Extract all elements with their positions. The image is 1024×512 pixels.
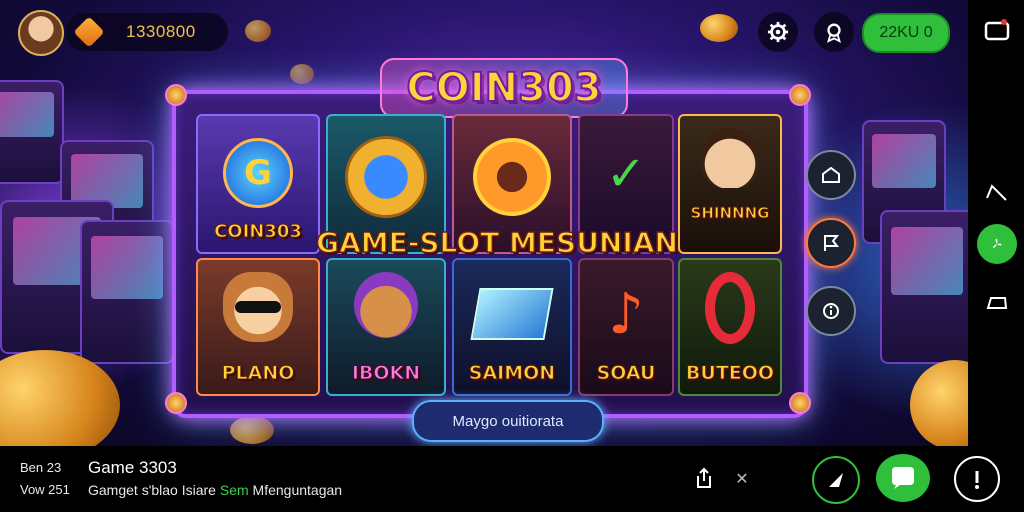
flag-icon bbox=[824, 235, 840, 251]
slot-tile[interactable]: SHINNNG bbox=[678, 114, 782, 254]
fox-symbol-icon bbox=[223, 272, 293, 342]
side-home-button[interactable] bbox=[806, 150, 856, 200]
bottom-bar: Ben 23 Vow 251 Game 3303 Gamget s'blao I… bbox=[0, 446, 1024, 512]
dog-symbol-icon bbox=[354, 272, 418, 338]
settings-button[interactable] bbox=[758, 12, 798, 52]
rail-chart-button[interactable] bbox=[977, 172, 1017, 212]
tile-label: COIN303 bbox=[214, 221, 303, 243]
swirl-symbol-icon: G bbox=[223, 138, 293, 208]
spin-button[interactable]: Maygo ouitiorata bbox=[412, 400, 604, 442]
footer-sub-green: Sem bbox=[219, 482, 249, 498]
character-symbol-icon bbox=[702, 128, 758, 188]
ring-symbol-icon bbox=[473, 138, 551, 216]
fan-icon bbox=[992, 238, 1002, 248]
badge-icon bbox=[827, 23, 841, 43]
card-icon bbox=[986, 297, 1008, 309]
footer-title: Game 3303 bbox=[88, 458, 177, 477]
screen-icon bbox=[984, 19, 1010, 41]
arcade-cabinet-decoration bbox=[0, 80, 64, 184]
frame-ornament bbox=[789, 84, 811, 106]
coin-decoration bbox=[230, 416, 274, 444]
screen-button[interactable] bbox=[977, 10, 1017, 50]
rewards-button[interactable] bbox=[814, 12, 854, 52]
share-button[interactable] bbox=[690, 464, 718, 492]
credit-button[interactable]: 22KU 0 bbox=[862, 13, 950, 53]
trend-icon bbox=[986, 184, 1007, 201]
slot-tile[interactable]: ♪ SOAU bbox=[578, 258, 674, 396]
balance-display: 1330800 bbox=[66, 13, 228, 51]
arcade-cabinet-decoration bbox=[80, 220, 174, 364]
coin-decoration bbox=[290, 64, 314, 84]
tile-label: SAIMON bbox=[468, 362, 556, 385]
close-button[interactable]: ✕ bbox=[730, 466, 754, 490]
tile-label: PLANO bbox=[221, 362, 295, 385]
side-info-button[interactable] bbox=[806, 286, 856, 336]
tile-label: BUTEOO bbox=[685, 362, 775, 385]
coin-symbol-icon bbox=[345, 136, 427, 218]
rail-card-button[interactable] bbox=[977, 282, 1017, 322]
slot-tile[interactable]: IBOKN bbox=[326, 258, 446, 396]
help-icon bbox=[975, 471, 979, 489]
footer-subtitle: Gamget s'blao Isiare Sem Mfenguntagan bbox=[88, 482, 342, 498]
side-flag-button[interactable] bbox=[806, 218, 856, 268]
home-icon bbox=[822, 166, 840, 183]
share-icon bbox=[697, 467, 711, 488]
frame-ornament bbox=[789, 392, 811, 414]
balance-value: 1330800 bbox=[126, 22, 196, 41]
close-icon: ✕ bbox=[735, 468, 749, 488]
game-logo: COIN303 bbox=[380, 58, 628, 118]
footer-line-2: Vow 251 bbox=[20, 482, 70, 497]
fan-button[interactable] bbox=[977, 224, 1017, 264]
footer-sub-prefix: Gamget s'blao Isiare bbox=[88, 482, 216, 498]
gem-icon bbox=[73, 16, 105, 48]
check-symbol-icon: ✓ bbox=[605, 146, 647, 202]
slot-tile[interactable]: BUTEOO bbox=[678, 258, 782, 396]
navigate-button[interactable] bbox=[812, 456, 860, 504]
frame-ornament bbox=[165, 392, 187, 414]
navigate-icon bbox=[829, 473, 843, 487]
chat-button[interactable] bbox=[876, 454, 930, 502]
avatar[interactable] bbox=[18, 10, 64, 56]
help-button[interactable] bbox=[954, 456, 1000, 502]
zero-symbol-icon bbox=[705, 272, 755, 344]
slot-tile[interactable]: G COIN303 bbox=[196, 114, 320, 254]
gear-icon bbox=[767, 21, 789, 43]
right-rail bbox=[968, 0, 1024, 446]
coin-decoration bbox=[700, 14, 738, 42]
info-icon bbox=[823, 303, 839, 319]
footer-sub-suffix: Mfenguntagan bbox=[252, 482, 343, 498]
frame-ornament bbox=[165, 84, 187, 106]
coin-decoration bbox=[245, 20, 271, 42]
slot-tile[interactable]: PLANO bbox=[196, 258, 320, 396]
arcade-cabinet-decoration bbox=[880, 210, 974, 364]
tile-label: SOAU bbox=[596, 362, 656, 385]
slot-tile[interactable]: SAIMON bbox=[452, 258, 572, 396]
card-symbol-icon bbox=[470, 288, 554, 340]
footer-line-1: Ben 23 bbox=[20, 460, 62, 475]
music-note-symbol-icon: ♪ bbox=[608, 282, 644, 347]
tile-label: IBOKN bbox=[351, 362, 421, 385]
tile-label: SHINNNG bbox=[690, 204, 770, 223]
chat-icon bbox=[892, 467, 914, 489]
